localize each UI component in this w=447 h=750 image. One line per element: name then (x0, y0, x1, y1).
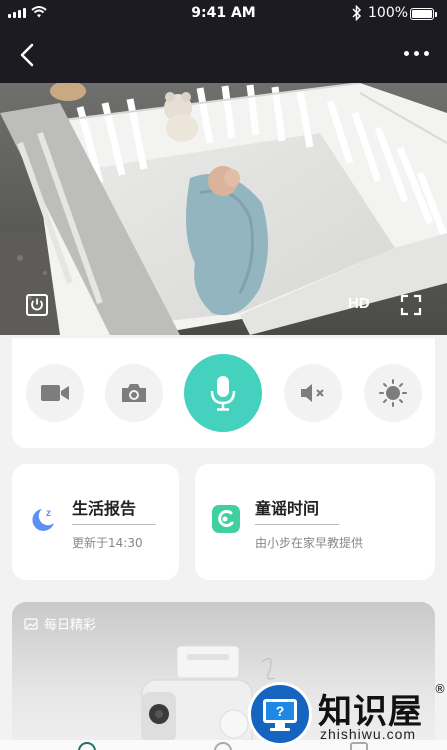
snapshot-button[interactable] (105, 364, 163, 422)
battery-icon (410, 8, 437, 20)
app-logo-icon (212, 505, 240, 533)
tab-explore-icon[interactable] (214, 742, 232, 750)
life-report-title: 生活报告 (72, 499, 137, 518)
camera-icon (122, 384, 146, 402)
svg-text:z: z (46, 508, 51, 519)
nav-bar (0, 28, 447, 83)
mute-button[interactable] (284, 364, 342, 422)
nursery-rhymes-provider: 由小步在家早教提供 (255, 536, 364, 550)
talk-button[interactable] (184, 354, 262, 432)
video-frame (0, 83, 447, 335)
watermark: ? 知识屋 ® zhishiwu.com (248, 682, 447, 750)
tab-home-icon[interactable] (78, 742, 96, 750)
life-report-updated: 更新于14:30 (72, 536, 143, 550)
status-bar: 9:41 AM 100% (0, 0, 447, 28)
battery-percent: 100% (368, 5, 409, 21)
speaker-muted-icon (301, 384, 324, 402)
night-light-button[interactable] (364, 364, 422, 422)
nursery-rhymes-title: 童谣时间 (255, 499, 320, 518)
divider (255, 524, 339, 525)
video-camera-icon (41, 385, 69, 401)
fullscreen-icon[interactable] (400, 294, 422, 316)
power-icon[interactable] (26, 294, 48, 316)
brightness-icon (379, 379, 407, 407)
controls-card (12, 338, 435, 448)
bluetooth-icon (352, 5, 362, 21)
svg-text:?: ? (276, 703, 285, 719)
hd-quality-toggle[interactable]: HD (348, 295, 370, 312)
watermark-logo: ? (248, 682, 312, 746)
watermark-url: zhishiwu.com (320, 726, 417, 742)
watermark-registered: ® (434, 682, 446, 696)
nursery-rhymes-card[interactable]: 童谣时间 由小步在家早教提供 (195, 464, 435, 580)
back-chevron-icon[interactable] (16, 41, 40, 69)
more-dots-icon[interactable] (404, 51, 429, 56)
record-video-button[interactable] (26, 364, 84, 422)
divider (72, 524, 156, 525)
microphone-icon (210, 376, 236, 411)
moon-sleep-icon: z (32, 508, 54, 531)
life-report-card[interactable]: z 生活报告 更新于14:30 (12, 464, 179, 580)
live-video[interactable]: HD (0, 83, 447, 335)
